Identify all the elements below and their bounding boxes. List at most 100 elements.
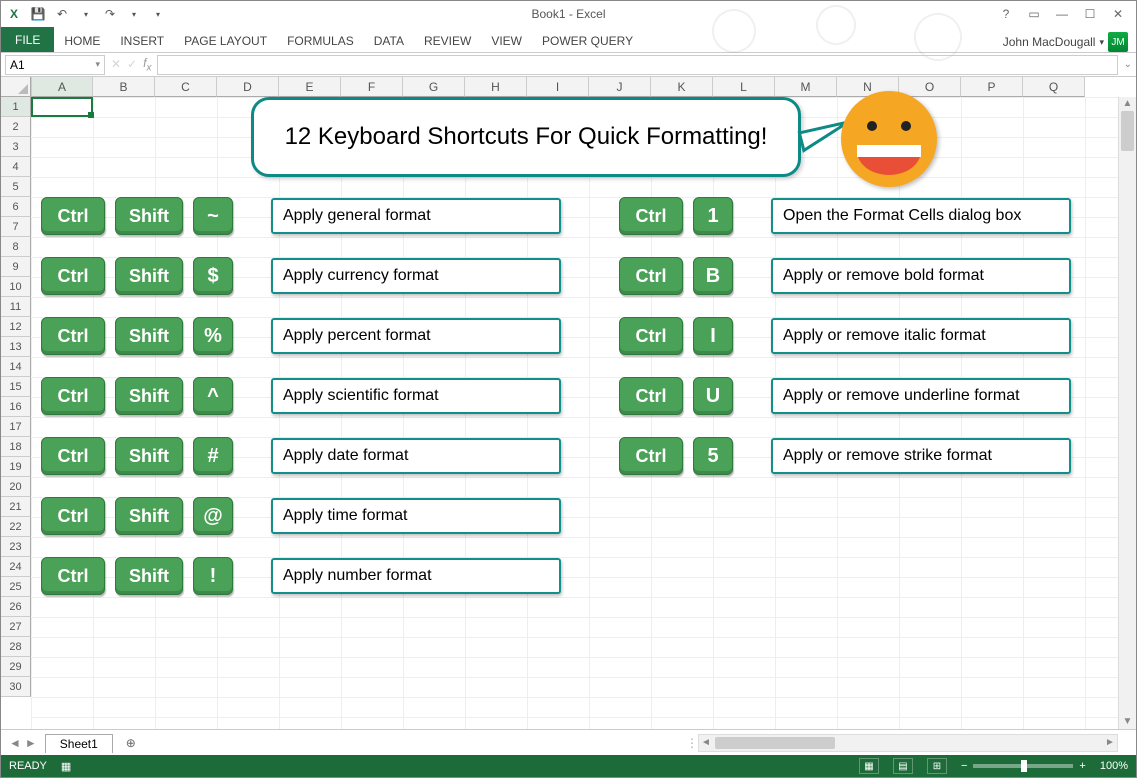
row-header-9[interactable]: 9 bbox=[1, 257, 31, 277]
sheet-nav-prev-icon[interactable]: ◄ bbox=[9, 736, 21, 750]
row-header-18[interactable]: 18 bbox=[1, 437, 31, 457]
col-header-M[interactable]: M bbox=[775, 77, 837, 97]
col-header-I[interactable]: I bbox=[527, 77, 589, 97]
expand-formula-bar-icon[interactable]: ⌄ bbox=[1124, 59, 1132, 70]
undo-icon[interactable]: ↶ bbox=[53, 5, 71, 23]
row-header-15[interactable]: 15 bbox=[1, 377, 31, 397]
qat-customize-icon[interactable]: ▾ bbox=[149, 5, 167, 23]
undo-dropdown-icon[interactable]: ▾ bbox=[77, 5, 95, 23]
col-header-J[interactable]: J bbox=[589, 77, 651, 97]
row-header-26[interactable]: 26 bbox=[1, 597, 31, 617]
tab-file[interactable]: FILE bbox=[1, 27, 54, 52]
sheet-nav-next-icon[interactable]: ► bbox=[25, 736, 37, 750]
col-header-F[interactable]: F bbox=[341, 77, 403, 97]
row-header-10[interactable]: 10 bbox=[1, 277, 31, 297]
name-box[interactable]: A1 ▾ bbox=[5, 55, 105, 75]
new-sheet-button[interactable]: ⊕ bbox=[121, 733, 141, 753]
maximize-icon[interactable]: ☐ bbox=[1078, 4, 1102, 24]
help-icon[interactable]: ? bbox=[994, 4, 1018, 24]
row-header-14[interactable]: 14 bbox=[1, 357, 31, 377]
tab-home[interactable]: HOME bbox=[54, 30, 110, 52]
row-header-27[interactable]: 27 bbox=[1, 617, 31, 637]
row-header-3[interactable]: 3 bbox=[1, 137, 31, 157]
row-header-5[interactable]: 5 bbox=[1, 177, 31, 197]
tab-split-handle[interactable]: ⋮ bbox=[686, 736, 698, 750]
confirm-entry-icon[interactable]: ✓ bbox=[127, 57, 137, 71]
tab-data[interactable]: DATA bbox=[364, 30, 414, 52]
page-layout-view-button[interactable]: ▤ bbox=[893, 758, 913, 774]
row-header-12[interactable]: 12 bbox=[1, 317, 31, 337]
col-header-D[interactable]: D bbox=[217, 77, 279, 97]
tab-review[interactable]: REVIEW bbox=[414, 30, 481, 52]
zoom-level[interactable]: 100% bbox=[1100, 760, 1128, 772]
save-icon[interactable]: 💾 bbox=[29, 5, 47, 23]
row-header-16[interactable]: 16 bbox=[1, 397, 31, 417]
name-box-dropdown-icon[interactable]: ▾ bbox=[95, 59, 100, 70]
redo-dropdown-icon[interactable]: ▾ bbox=[125, 5, 143, 23]
hscroll-thumb[interactable] bbox=[715, 737, 835, 749]
row-header-24[interactable]: 24 bbox=[1, 557, 31, 577]
tab-view[interactable]: VIEW bbox=[481, 30, 532, 52]
col-header-C[interactable]: C bbox=[155, 77, 217, 97]
row-header-29[interactable]: 29 bbox=[1, 657, 31, 677]
row-header-23[interactable]: 23 bbox=[1, 537, 31, 557]
close-icon[interactable]: ✕ bbox=[1106, 4, 1130, 24]
avatar[interactable]: JM bbox=[1108, 32, 1128, 52]
col-header-L[interactable]: L bbox=[713, 77, 775, 97]
macro-record-icon[interactable]: ▦ bbox=[61, 760, 71, 773]
row-header-11[interactable]: 11 bbox=[1, 297, 31, 317]
scroll-up-icon[interactable]: ▲ bbox=[1119, 97, 1136, 111]
zoom-out-button[interactable]: − bbox=[961, 760, 967, 772]
insert-function-icon[interactable]: fx bbox=[143, 56, 151, 73]
row-header-7[interactable]: 7 bbox=[1, 217, 31, 237]
active-cell[interactable] bbox=[31, 97, 93, 117]
redo-icon[interactable]: ↷ bbox=[101, 5, 119, 23]
tab-power-query[interactable]: POWER QUERY bbox=[532, 30, 643, 52]
tab-page-layout[interactable]: PAGE LAYOUT bbox=[174, 30, 277, 52]
row-header-13[interactable]: 13 bbox=[1, 337, 31, 357]
row-header-6[interactable]: 6 bbox=[1, 197, 31, 217]
col-header-Q[interactable]: Q bbox=[1023, 77, 1085, 97]
col-header-H[interactable]: H bbox=[465, 77, 527, 97]
select-all-corner[interactable] bbox=[1, 77, 31, 97]
vscroll-thumb[interactable] bbox=[1121, 111, 1134, 151]
normal-view-button[interactable]: ▦ bbox=[859, 758, 879, 774]
tab-formulas[interactable]: FORMULAS bbox=[277, 30, 364, 52]
worksheet-grid[interactable]: ABCDEFGHIJKLMNOPQ 1234567891011121314151… bbox=[1, 77, 1136, 729]
row-header-30[interactable]: 30 bbox=[1, 677, 31, 697]
user-dropdown-icon[interactable]: ▾ bbox=[1099, 37, 1104, 48]
row-header-8[interactable]: 8 bbox=[1, 237, 31, 257]
key-ctrl: Ctrl bbox=[41, 377, 105, 415]
minimize-icon[interactable]: — bbox=[1050, 4, 1074, 24]
row-header-25[interactable]: 25 bbox=[1, 577, 31, 597]
sheet-tab[interactable]: Sheet1 bbox=[45, 734, 113, 753]
scroll-right-icon[interactable]: ► bbox=[1103, 735, 1117, 751]
row-header-17[interactable]: 17 bbox=[1, 417, 31, 437]
row-header-1[interactable]: 1 bbox=[1, 97, 31, 117]
formula-bar[interactable] bbox=[157, 55, 1118, 75]
row-header-20[interactable]: 20 bbox=[1, 477, 31, 497]
cancel-entry-icon[interactable]: ✕ bbox=[111, 57, 121, 71]
row-header-2[interactable]: 2 bbox=[1, 117, 31, 137]
scroll-left-icon[interactable]: ◄ bbox=[699, 735, 713, 751]
ribbon-display-icon[interactable]: ▭ bbox=[1022, 4, 1046, 24]
zoom-slider[interactable]: − + bbox=[961, 760, 1086, 772]
col-header-P[interactable]: P bbox=[961, 77, 1023, 97]
col-header-E[interactable]: E bbox=[279, 77, 341, 97]
row-header-19[interactable]: 19 bbox=[1, 457, 31, 477]
col-header-G[interactable]: G bbox=[403, 77, 465, 97]
row-header-4[interactable]: 4 bbox=[1, 157, 31, 177]
vertical-scrollbar[interactable]: ▲ ▼ bbox=[1118, 97, 1136, 729]
row-header-22[interactable]: 22 bbox=[1, 517, 31, 537]
row-header-21[interactable]: 21 bbox=[1, 497, 31, 517]
row-header-28[interactable]: 28 bbox=[1, 637, 31, 657]
zoom-in-button[interactable]: + bbox=[1079, 760, 1085, 772]
col-header-B[interactable]: B bbox=[93, 77, 155, 97]
page-break-view-button[interactable]: ⊞ bbox=[927, 758, 947, 774]
tab-insert[interactable]: INSERT bbox=[110, 30, 174, 52]
scroll-down-icon[interactable]: ▼ bbox=[1119, 715, 1136, 729]
horizontal-scrollbar[interactable]: ◄ ► bbox=[698, 734, 1118, 752]
col-header-A[interactable]: A bbox=[31, 77, 93, 97]
col-header-K[interactable]: K bbox=[651, 77, 713, 97]
user-name[interactable]: John MacDougall bbox=[1003, 35, 1096, 49]
